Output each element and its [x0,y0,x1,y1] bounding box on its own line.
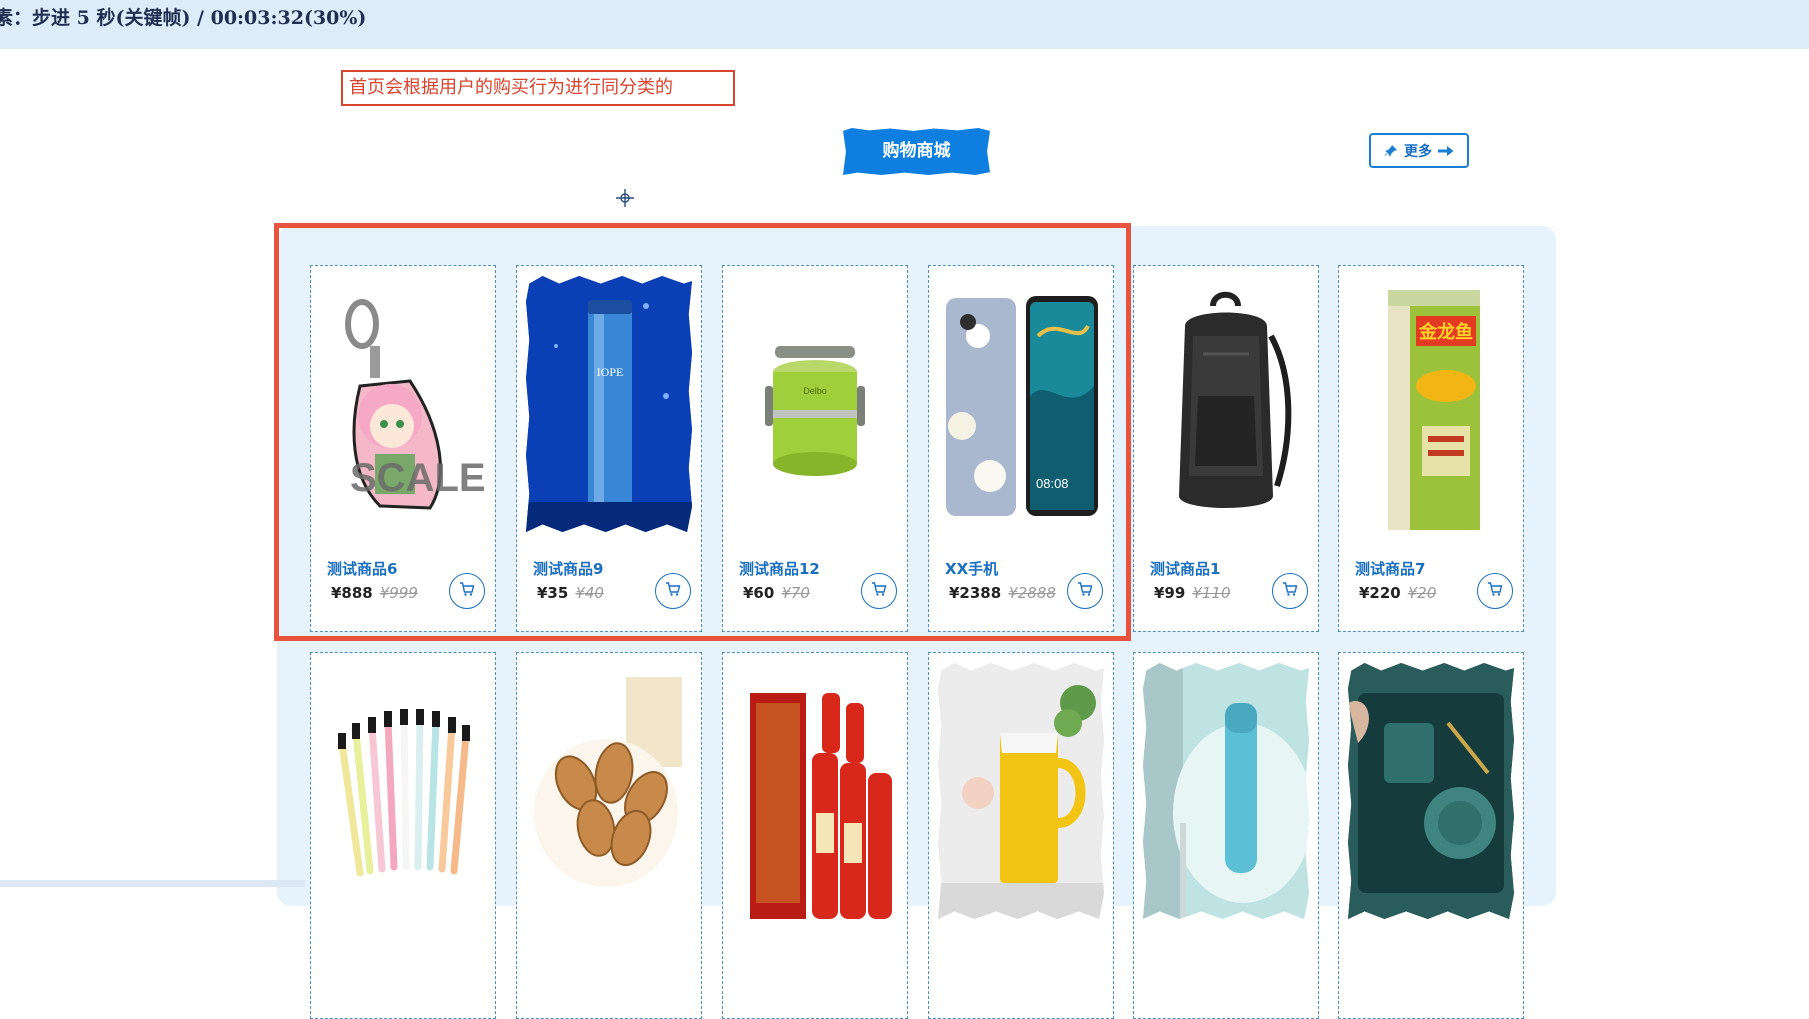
product-card[interactable]: IOPE 测试商品9 ¥35 ¥40 [516,265,702,632]
annotation-box: 首页会根据用户的购买行为进行同分类的 [341,70,735,106]
product-name: XX手机 [945,560,999,578]
product-card[interactable] [1338,652,1524,1019]
product-prices: ¥35 ¥40 [537,584,604,602]
product-name: 测试商品1 [1150,560,1221,578]
crosshair-cursor-icon [616,189,634,211]
product-card[interactable]: 金龙鱼 测试商品7 ¥220 ¥20 [1338,265,1524,632]
product-name: 测试商品7 [1355,560,1426,578]
product-old-price: ¥20 [1407,584,1437,602]
rice-brand-text: 金龙鱼 [1418,321,1473,343]
add-to-cart-button[interactable] [1477,573,1513,609]
product-card[interactable] [928,652,1114,1019]
product-image-phone: 08:08 [938,276,1104,532]
more-label: 更多 [1404,143,1432,160]
add-to-cart-button[interactable] [1272,573,1308,609]
product-card[interactable] [1133,652,1319,1019]
product-card[interactable] [310,652,496,1019]
video-progress-bar: 素：步进 5 秒(关键帧) / 00:03:32(30%) [0,0,1809,49]
video-progress-text: 素：步进 5 秒(关键帧) / 00:03:32(30%) [0,7,367,29]
product-price: ¥220 [1359,584,1401,602]
product-price: ¥35 [537,584,569,602]
add-to-cart-button[interactable] [1067,573,1103,609]
essence-brand-text: IOPE [597,365,624,379]
section-title: 购物商城 [843,128,990,175]
product-image-lunchbox: Delbo [732,276,898,532]
product-card[interactable]: SCALE 测试商品6 ¥888 ¥999 [310,265,496,632]
product-image-backpack [1143,276,1309,532]
cart-icon [665,581,681,601]
cart-icon [1282,581,1298,601]
product-prices: ¥2388 ¥2888 [949,584,1056,602]
arrow-right-icon [1438,145,1454,157]
product-card[interactable]: Delbo 测试商品12 ¥60 ¥70 [722,265,908,632]
product-image-liquor [732,663,898,919]
lunchbox-brand-text: Delbo [803,386,827,396]
product-price: ¥2388 [949,584,1002,602]
add-to-cart-button[interactable] [861,573,897,609]
product-prices: ¥220 ¥20 [1359,584,1436,602]
product-name: 测试商品6 [327,560,398,578]
product-price: ¥99 [1154,584,1186,602]
product-old-price: ¥999 [379,584,418,602]
cart-icon [871,581,887,601]
product-image-essence: IOPE [526,276,692,532]
add-to-cart-button[interactable] [655,573,691,609]
product-card[interactable] [722,652,908,1019]
cart-icon [1487,581,1503,601]
add-to-cart-button[interactable] [449,573,485,609]
product-card[interactable] [516,652,702,1019]
product-old-price: ¥2888 [1008,584,1056,602]
cart-icon [1077,581,1093,601]
product-prices: ¥888 ¥999 [331,584,418,602]
product-name: 测试商品9 [533,560,604,578]
product-prices: ¥99 ¥110 [1154,584,1231,602]
product-image-toothbrushes [320,663,486,919]
product-prices: ¥60 ¥70 [743,584,810,602]
product-image-rice-bag: 金龙鱼 [1348,276,1514,532]
keychain-scale-text: SCALE [350,456,486,500]
cart-icon [459,581,475,601]
product-image-gift-set [1348,663,1514,919]
product-card[interactable]: 测试商品1 ¥99 ¥110 [1133,265,1319,632]
product-image-keychain: SCALE [320,276,486,532]
product-price: ¥60 [743,584,775,602]
product-card[interactable]: 08:08 XX手机 ¥2388 ¥2888 [928,265,1114,632]
more-button[interactable]: 更多 [1369,133,1469,168]
product-name: 测试商品12 [739,560,820,578]
product-old-price: ¥40 [575,584,604,602]
product-old-price: ¥70 [781,584,810,602]
pin-icon [1384,144,1398,158]
scroll-strip [0,880,305,887]
product-price: ¥888 [331,584,373,602]
product-image-mug [938,663,1104,919]
product-image-thermos [1143,663,1309,919]
product-old-price: ¥110 [1192,584,1231,602]
product-image-almonds [526,663,692,919]
phone-clock-text: 08:08 [1036,476,1069,491]
